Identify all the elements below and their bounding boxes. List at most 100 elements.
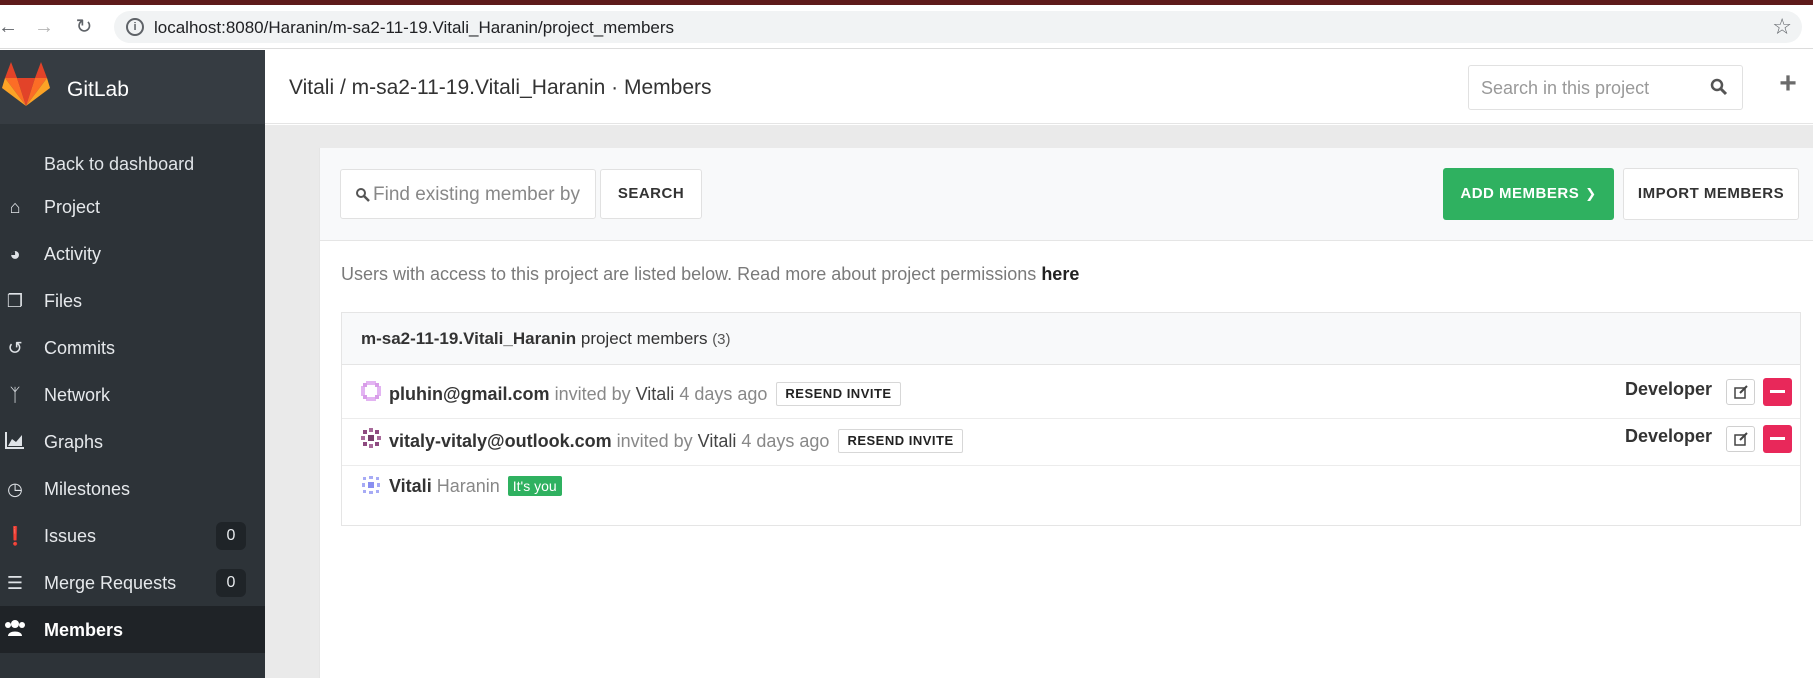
remove-member-button[interactable] [1763, 425, 1792, 453]
member-name-link[interactable]: vitaly-vitaly@outlook.com [389, 431, 612, 451]
sidebar-header[interactable]: GitLab [0, 50, 265, 124]
resend-invite-button[interactable]: RESEND INVITE [838, 429, 963, 453]
info-icon[interactable]: i [126, 18, 144, 36]
reload-icon[interactable]: ↻ [72, 15, 96, 39]
dashboard-icon: ◕ [9, 244, 21, 264]
sidebar-item-graphs[interactable]: Graphs [0, 418, 265, 465]
avatar[interactable] [361, 475, 381, 495]
member-name-link[interactable]: pluhin@gmail.com [389, 384, 550, 404]
users-icon [4, 619, 26, 641]
sidebar-item-network[interactable]: ᛉ Network [0, 371, 265, 418]
find-member-box[interactable] [340, 169, 596, 219]
edit-icon [1734, 385, 1748, 399]
sidebar-item-milestones[interactable]: ◷ Milestones [0, 465, 265, 512]
member-info: vitaly-vitaly@outlook.com invited by Vit… [389, 429, 963, 453]
forward-arrow-icon[interactable]: → [32, 15, 56, 39]
project-search-input[interactable] [1481, 75, 1701, 101]
member-info: Vitali Haranin It's you [389, 476, 562, 497]
avatar[interactable] [361, 381, 381, 401]
browser-toolbar: ← → ↻ i localhost:8080/Haranin/m-sa2-11-… [0, 5, 1813, 49]
sidebar-item-commits[interactable]: ↺ Commits [0, 324, 265, 371]
member-last-name: Haranin [431, 476, 500, 496]
access-info-label: Users with access to this project are li… [341, 264, 1042, 284]
issues-count-badge: 0 [216, 522, 246, 550]
members-heading-suffix: project members [576, 329, 713, 348]
back-to-dashboard-link[interactable]: Back to dashboard [44, 154, 194, 175]
area-chart-icon [4, 431, 26, 453]
sidebar-item-label: Issues [44, 526, 97, 546]
members-list-header: m-sa2-11-19.Vitali_Haranin project membe… [342, 313, 1800, 365]
invited-by-label: invited by [611, 431, 698, 451]
member-name-link[interactable]: Vitali [389, 476, 432, 496]
files-icon: ❐ [6, 291, 24, 311]
tasks-icon: ☰ [6, 573, 24, 593]
remove-member-button[interactable] [1763, 378, 1792, 406]
edit-role-button[interactable] [1726, 379, 1755, 405]
member-role: Developer [1625, 426, 1713, 446]
import-members-button[interactable]: IMPORT MEMBERS [1623, 168, 1799, 220]
bookmark-star-icon[interactable]: ☆ [1772, 14, 1792, 40]
inviter-link[interactable]: Vitali [636, 384, 675, 404]
members-heading: m-sa2-11-19.Vitali_Haranin project membe… [361, 329, 731, 349]
add-members-button[interactable]: ADD MEMBERS ❯ [1443, 168, 1614, 220]
sidebar-item-label: Network [44, 385, 111, 405]
sidebar-item-label: Members [44, 620, 124, 640]
project-search-box[interactable] [1468, 65, 1743, 110]
page-title: Vitali / m-sa2-11-19.Vitali_Haranin · Me… [289, 76, 712, 99]
project-name: m-sa2-11-19.Vitali_Haranin [361, 329, 577, 348]
member-row: vitaly-vitaly@outlook.com invited by Vit… [342, 412, 1800, 466]
page-header: Vitali / m-sa2-11-19.Vitali_Haranin · Me… [265, 50, 1813, 124]
members-list: m-sa2-11-19.Vitali_Haranin project membe… [341, 312, 1801, 526]
search-button[interactable]: SEARCH [600, 169, 702, 219]
members-count: (3) [712, 331, 731, 348]
home-icon: ⌂ [9, 197, 21, 217]
access-info-text: Users with access to this project are li… [341, 264, 1079, 285]
member-info: pluhin@gmail.com invited by Vitali 4 day… [389, 382, 901, 406]
sidebar-item-label: Commits [44, 338, 115, 358]
search-icon[interactable] [1710, 78, 1728, 96]
resend-invite-button[interactable]: RESEND INVITE [776, 382, 901, 406]
members-toolbar: SEARCH ADD MEMBERS ❯ IMPORT MEMBERS [320, 148, 1813, 241]
history-icon: ↺ [7, 338, 23, 358]
sidebar-item-label: Project [44, 197, 101, 217]
minus-icon [1770, 437, 1785, 440]
permissions-link[interactable]: here [1041, 264, 1079, 284]
sidebar-item-label: Files [44, 291, 83, 311]
member-row: Vitali Haranin It's you [342, 459, 1800, 513]
its-you-badge: It's you [507, 476, 562, 496]
sidebar-item-label: Activity [44, 244, 102, 264]
sidebar-item-label: Merge Requests [44, 573, 177, 593]
sidebar-item-activity[interactable]: ◕ Activity [0, 230, 265, 277]
gitlab-logo-icon[interactable] [2, 62, 50, 108]
avatar[interactable] [361, 428, 381, 448]
sidebar-item-members[interactable]: Members [0, 606, 265, 653]
address-bar[interactable]: i localhost:8080/Haranin/m-sa2-11-19.Vit… [114, 11, 1802, 43]
members-panel: SEARCH ADD MEMBERS ❯ IMPORT MEMBERS Users… [319, 148, 1813, 678]
code-fork-icon: ᛉ [9, 385, 21, 405]
edit-icon [1734, 432, 1748, 446]
sidebar-item-project[interactable]: ⌂ Project [0, 183, 265, 230]
url-text[interactable]: localhost:8080/Haranin/m-sa2-11-19.Vital… [154, 18, 674, 38]
member-row: pluhin@gmail.com invited by Vitali 4 day… [342, 365, 1800, 419]
inviter-link[interactable]: Vitali [698, 431, 737, 451]
sidebar-item-issues[interactable]: ❗ Issues 0 [0, 512, 265, 559]
brand-name[interactable]: GitLab [67, 78, 129, 102]
chevron-down-icon: ❯ [1585, 186, 1597, 201]
minus-icon [1770, 390, 1785, 393]
back-arrow-icon[interactable]: ← [0, 15, 20, 39]
clock-icon: ◷ [7, 479, 23, 499]
exclamation-circle-icon: ❗ [4, 526, 27, 546]
add-members-label: ADD MEMBERS [1460, 185, 1580, 202]
find-member-input[interactable] [373, 182, 587, 208]
sidebar: GitLab Back to dashboard ⌂ Project ◕ Act… [0, 50, 265, 678]
sidebar-item-merge-requests[interactable]: ☰ Merge Requests 0 [0, 559, 265, 606]
member-role: Developer [1625, 379, 1713, 399]
sidebar-item-label: Milestones [44, 479, 131, 499]
sidebar-item-files[interactable]: ❐ Files [0, 277, 265, 324]
merge-requests-count-badge: 0 [216, 569, 246, 597]
invited-time: 4 days ago [674, 384, 768, 404]
edit-role-button[interactable] [1726, 426, 1755, 452]
search-icon [356, 188, 370, 202]
new-item-plus-button[interactable]: + [1774, 69, 1802, 99]
invited-by-label: invited by [549, 384, 636, 404]
